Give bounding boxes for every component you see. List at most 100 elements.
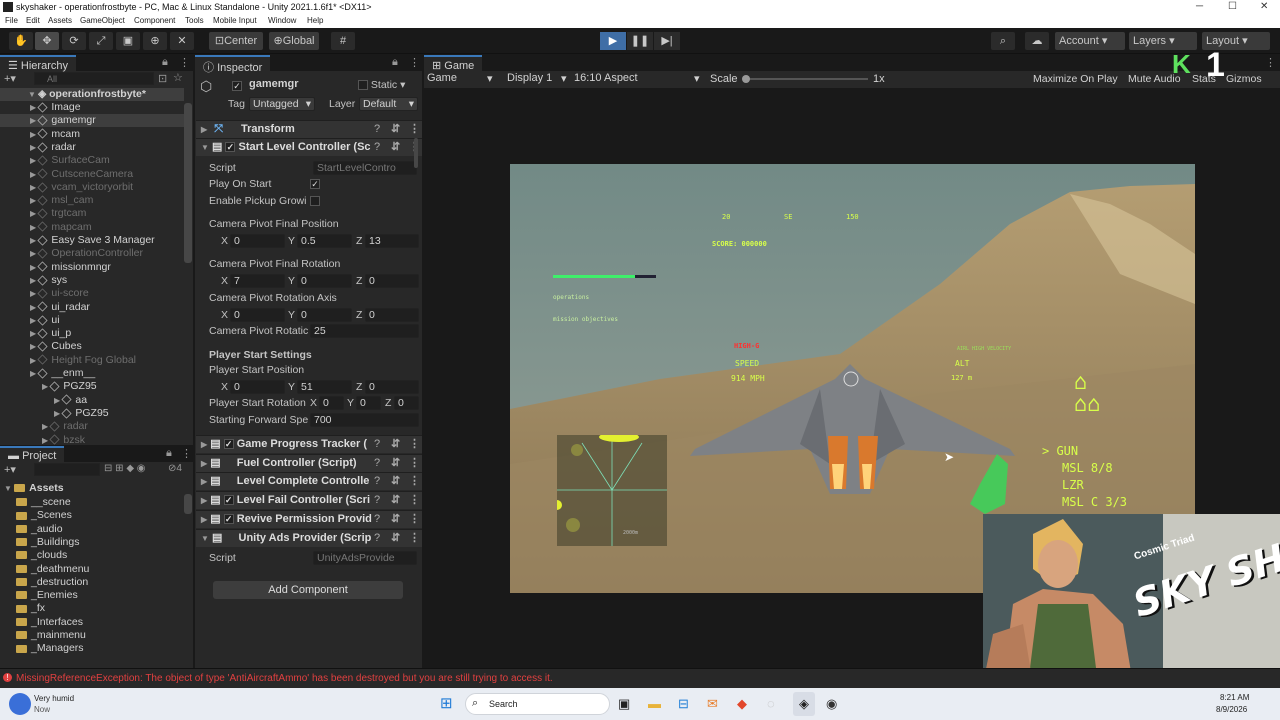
axis-y-field[interactable]: 0 bbox=[297, 308, 352, 322]
scale-slider[interactable] bbox=[742, 75, 868, 83]
component-start-level-controller[interactable]: ▼ ▤ ✓ Start Level Controller (Sc?⇵⋮ bbox=[196, 138, 422, 156]
lock-icon[interactable]: 🔒︎ bbox=[162, 56, 168, 69]
hierarchy-item[interactable]: ▶ CutsceneCamera bbox=[0, 168, 184, 181]
add-icon[interactable]: +▾ bbox=[4, 72, 16, 85]
project-folder[interactable]: _destruction bbox=[16, 576, 88, 589]
hierarchy-item[interactable]: ▶ trgtcam bbox=[0, 207, 184, 220]
preset-icon[interactable]: ⇵ bbox=[391, 473, 400, 490]
console-status-bar[interactable]: ! MissingReferenceException: The object … bbox=[0, 668, 1280, 688]
project-toolbar-icons[interactable]: ⊟ ⊞ ◆ ◉ bbox=[104, 463, 146, 474]
cam-rot-y-field[interactable]: 0 bbox=[297, 274, 352, 288]
weather-icon[interactable] bbox=[9, 693, 31, 715]
tag-dropdown[interactable]: Untagged ▾ bbox=[249, 97, 315, 111]
hierarchy-item[interactable]: ▶ Cubes bbox=[0, 340, 184, 353]
search-icon[interactable]: ⌕ bbox=[991, 32, 1015, 50]
tab-project[interactable]: ▬ Project bbox=[0, 446, 65, 463]
menu-help[interactable]: Help bbox=[307, 16, 323, 25]
menu-window[interactable]: Window bbox=[268, 16, 296, 25]
help-icon[interactable]: ? bbox=[374, 121, 380, 138]
tab-game[interactable]: ⊞ Game bbox=[424, 55, 483, 72]
project-folder[interactable]: __scene bbox=[16, 496, 71, 509]
static-checkbox[interactable]: Static ▾ bbox=[358, 79, 405, 91]
lock-icon[interactable]: 🔒︎ bbox=[166, 447, 172, 460]
kebab-menu-icon[interactable]: ⋮ bbox=[409, 56, 420, 69]
component-header[interactable]: ▶ ▤ ✓ Game Progress Tracker (? ⇵ ⋮ bbox=[196, 435, 422, 453]
project-folder[interactable]: _fx bbox=[16, 602, 45, 615]
project-folder[interactable]: _Scenes bbox=[16, 509, 72, 522]
component-header[interactable]: ▶ ▤ ✓ Revive Permission Provid? ⇵ ⋮ bbox=[196, 509, 422, 528]
component-enabled-checkbox[interactable]: ✓ bbox=[223, 495, 234, 506]
app-icon-2[interactable]: ◌ bbox=[767, 696, 775, 711]
kebab-menu-icon[interactable]: ⋮ bbox=[1265, 56, 1276, 69]
layers-dropdown[interactable]: Layers ▾ bbox=[1129, 32, 1197, 50]
project-scrollbar[interactable] bbox=[184, 494, 192, 514]
player-pos-z-field[interactable]: 0 bbox=[365, 380, 419, 394]
step-button[interactable]: ▶| bbox=[654, 32, 680, 50]
hierarchy-item[interactable]: ▶ vcam_victoryorbit bbox=[0, 181, 184, 194]
preset-icon[interactable]: ⇵ bbox=[391, 492, 400, 509]
hierarchy-item[interactable]: ▶ ui-score bbox=[0, 287, 184, 300]
obs-icon[interactable]: ◉ bbox=[826, 696, 837, 712]
file-explorer-icon[interactable]: ▬ bbox=[648, 696, 661, 711]
scale-slider-thumb[interactable] bbox=[742, 75, 750, 83]
assets-root[interactable]: ▼ Assets bbox=[4, 482, 64, 495]
display-dropdown[interactable]: Display 1 ▾ bbox=[507, 72, 569, 85]
menu-component[interactable]: Component bbox=[134, 16, 175, 25]
script-field[interactable]: StartLevelContro bbox=[313, 161, 417, 175]
kebab-menu-icon[interactable]: ⋮ bbox=[409, 121, 420, 138]
hierarchy-item[interactable]: ▶ PGZ95 bbox=[0, 380, 184, 393]
hand-tool-icon[interactable]: ✋ bbox=[9, 32, 33, 50]
hierarchy-item[interactable]: ▶ sys bbox=[0, 274, 184, 287]
preset-icon[interactable]: ⇵ bbox=[391, 530, 400, 547]
aspect-dropdown[interactable]: 16:10 Aspect ▾ bbox=[574, 72, 704, 85]
component-header[interactable]: ▼ ▤ Unity Ads Provider (Scrip? ⇵ ⋮ bbox=[196, 528, 422, 547]
rotate-tool-icon[interactable]: ⟳ bbox=[62, 32, 86, 50]
scale-tool-icon[interactable]: ⤢ bbox=[89, 32, 113, 50]
menu-mobile-input[interactable]: Mobile Input bbox=[213, 16, 257, 25]
hierarchy-item[interactable]: ▶ ui_radar bbox=[0, 301, 184, 314]
help-icon[interactable]: ? bbox=[374, 473, 380, 490]
preset-icon[interactable]: ⇵ bbox=[391, 139, 400, 156]
hierarchy-item[interactable]: ▶ OperationController bbox=[0, 247, 184, 260]
play-button[interactable]: ▶ bbox=[600, 32, 626, 50]
kebab-menu-icon[interactable]: ⋮ bbox=[409, 530, 420, 547]
hierarchy-item[interactable]: ▶ ui_p bbox=[0, 327, 184, 340]
minimize-icon[interactable]: ─ bbox=[1196, 1, 1203, 12]
hierarchy-item[interactable]: ▶ Image bbox=[0, 101, 184, 114]
project-folder[interactable]: _Buildings bbox=[16, 536, 79, 549]
project-folder[interactable]: _clouds bbox=[16, 549, 67, 562]
hierarchy-item[interactable]: ▶ radar bbox=[0, 420, 184, 433]
player-pos-y-field[interactable]: 51 bbox=[297, 380, 352, 394]
help-icon[interactable]: ? bbox=[374, 139, 380, 156]
pause-button[interactable]: ❚❚ bbox=[627, 32, 653, 50]
hierarchy-search-input[interactable] bbox=[34, 72, 154, 85]
hierarchy-item[interactable]: ▶ mapcam bbox=[0, 221, 184, 234]
preset-icon[interactable]: ⇵ bbox=[391, 511, 400, 528]
help-icon[interactable]: ? bbox=[374, 530, 380, 547]
move-tool-icon[interactable]: ✥ bbox=[35, 32, 59, 50]
menu-file[interactable]: File bbox=[5, 16, 18, 25]
preset-icon[interactable]: ⇵ bbox=[391, 436, 400, 453]
kebab-menu-icon[interactable]: ⋮ bbox=[409, 511, 420, 528]
menu-gameobject[interactable]: GameObject bbox=[80, 16, 125, 25]
hierarchy-item[interactable]: ▶ msl_cam bbox=[0, 194, 184, 207]
kebab-menu-icon[interactable]: ⋮ bbox=[181, 447, 192, 460]
project-folder[interactable]: _Managers bbox=[16, 642, 84, 655]
scene-row[interactable]: ▼ ◈ operationfrostbyte* bbox=[0, 88, 184, 101]
task-view-icon[interactable]: ▣ bbox=[618, 696, 630, 712]
kebab-menu-icon[interactable]: ⋮ bbox=[179, 56, 190, 69]
taskbar-search[interactable]: ⌕ Search bbox=[465, 693, 610, 715]
cam-rot-z-field[interactable]: 0 bbox=[365, 274, 419, 288]
player-rot-y-field[interactable]: 0 bbox=[356, 396, 381, 410]
menu-tools[interactable]: Tools bbox=[185, 16, 204, 25]
hierarchy-scrollbar[interactable] bbox=[184, 103, 192, 263]
ads-script-field[interactable]: UnityAdsProvide bbox=[313, 551, 417, 565]
layer-dropdown[interactable]: Default ▾ bbox=[359, 97, 418, 111]
player-pos-x-field[interactable]: 0 bbox=[230, 380, 285, 394]
hidden-count-icon[interactable]: ⊘4 bbox=[168, 463, 182, 474]
maximize-icon[interactable]: ☐ bbox=[1228, 1, 1237, 12]
menu-assets[interactable]: Assets bbox=[48, 16, 72, 25]
cam-pos-y-field[interactable]: 0.5 bbox=[297, 234, 352, 248]
global-button[interactable]: ⊕Global bbox=[269, 32, 319, 50]
project-folder[interactable]: _mainmenu bbox=[16, 629, 86, 642]
